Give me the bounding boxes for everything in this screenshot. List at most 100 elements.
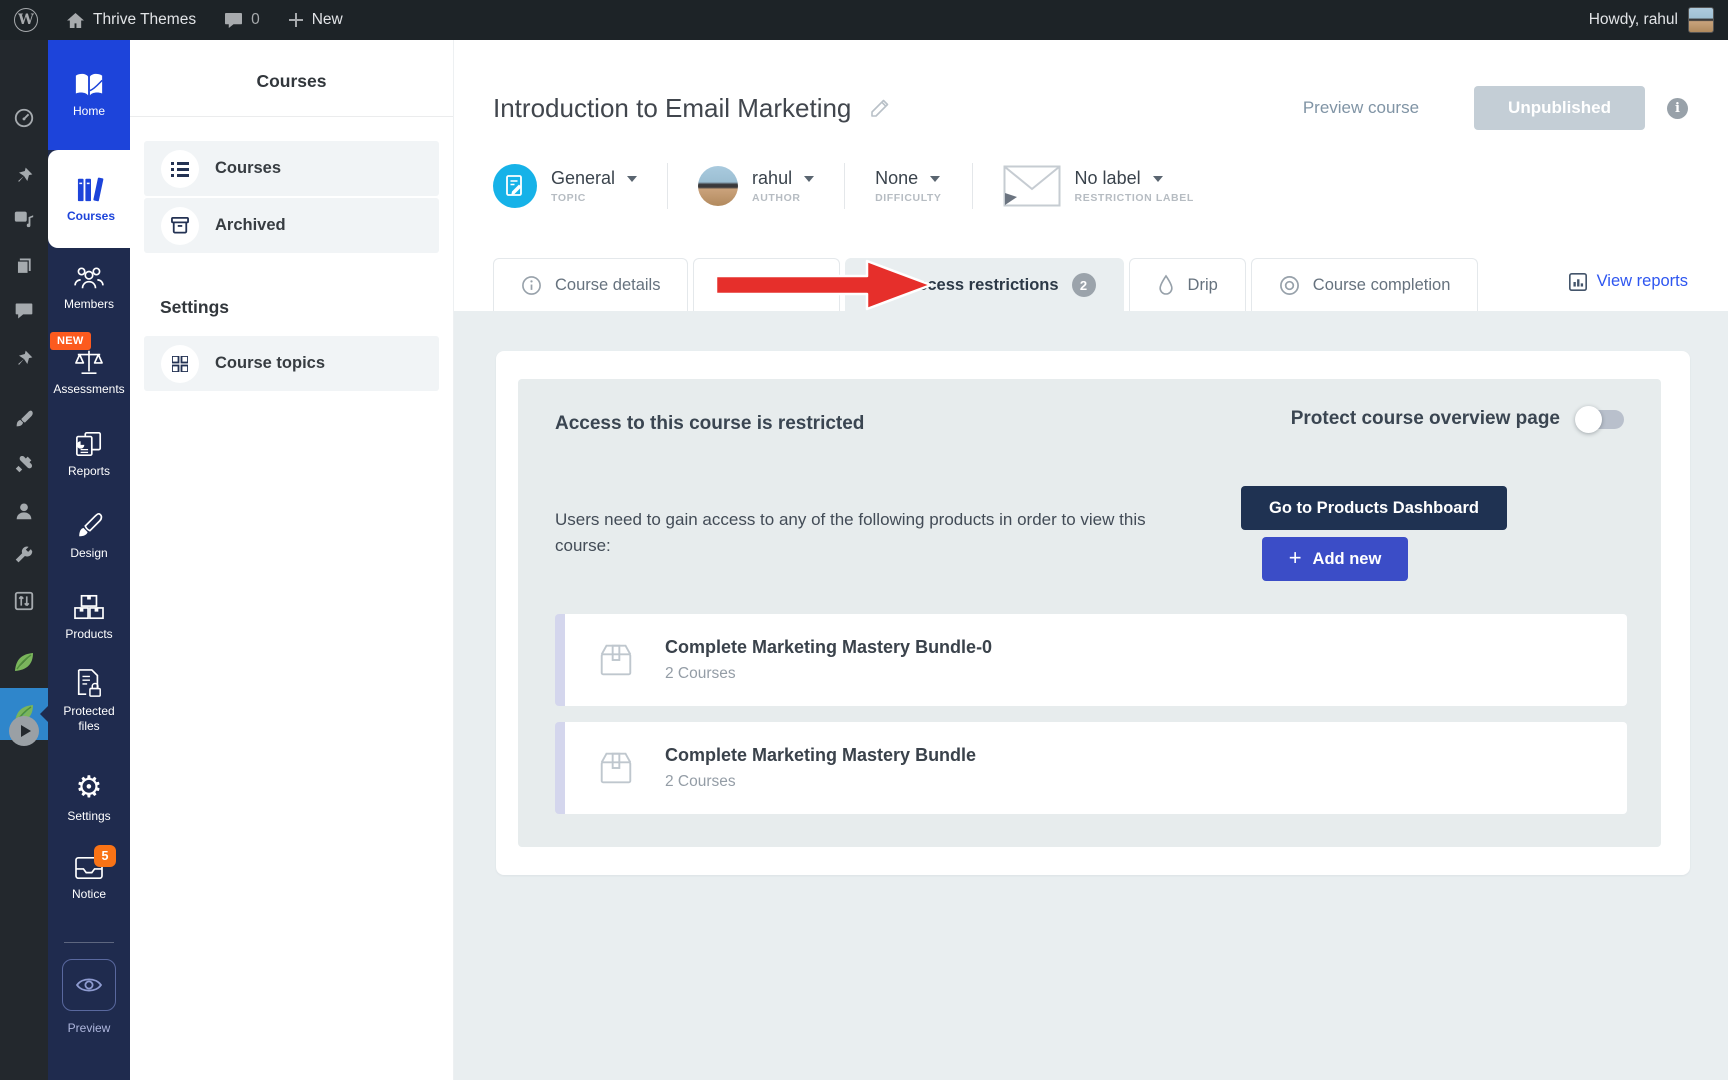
restriction-settings-card: Access to this course is restricted Prot… (518, 379, 1661, 847)
plugins-plug-icon[interactable] (0, 446, 48, 482)
products-boxes-icon (73, 593, 105, 621)
thrive-leaf-icon[interactable] (0, 644, 48, 680)
scales-icon (73, 348, 105, 376)
sidebar-item-home[interactable]: Home (48, 40, 130, 150)
restriction-label-dropdown[interactable]: No label RESTRICTION LABEL (973, 165, 1224, 207)
sidebar-item-label: Products (62, 627, 115, 642)
library-books-icon (76, 175, 106, 203)
target-icon (1279, 275, 1300, 296)
view-reports-link[interactable]: View reports (1568, 272, 1688, 298)
appearance-brush-icon[interactable] (0, 401, 48, 437)
sidebar-item-products[interactable]: Products (48, 593, 130, 642)
restrictions-count-badge: 2 (1072, 273, 1096, 297)
chevron-down-icon (1153, 176, 1163, 182)
package-icon (595, 748, 637, 788)
wp-admin-sidebar (0, 40, 48, 1080)
sidebar-item-label: Settings (64, 809, 113, 824)
dashboard-icon[interactable] (0, 100, 48, 136)
comments-admin-icon[interactable] (0, 293, 48, 329)
protect-course-toggle[interactable] (1577, 410, 1624, 429)
tab-label: Course completion (1313, 276, 1451, 295)
divider (130, 116, 453, 117)
sidebar-item-assessments[interactable]: NEW Assessments (48, 348, 130, 397)
tab-course-completion[interactable]: Course completion (1251, 258, 1479, 311)
product-name: Complete Marketing Mastery Bundle (665, 745, 976, 766)
media-icon[interactable] (0, 200, 48, 236)
site-name-link[interactable]: Thrive Themes (52, 0, 210, 40)
add-new-button[interactable]: + Add new (1262, 537, 1408, 581)
product-row[interactable]: Complete Marketing Mastery Bundle 2 Cour… (555, 722, 1627, 814)
tools-wrench-icon[interactable] (0, 538, 48, 574)
tab-label: Drip (1188, 276, 1218, 295)
sidebar-item-preview[interactable]: Preview (61, 959, 117, 1035)
notice-count-badge: 5 (94, 845, 116, 867)
eye-icon (62, 959, 116, 1011)
preview-label: Preview (68, 1021, 111, 1035)
account-menu[interactable]: Howdy, rahul (1589, 0, 1728, 40)
sidebar-item-label: Courses (64, 209, 118, 224)
new-badge: NEW (50, 332, 91, 350)
tab-content-area: Access to this course is restricted Prot… (454, 311, 1728, 1080)
paintbrush-icon (74, 512, 104, 540)
topic-dropdown[interactable]: General TOPIC (493, 164, 667, 208)
posts-pin-icon[interactable] (0, 158, 48, 194)
sidebar-item-design[interactable]: Design (48, 512, 130, 561)
preview-course-link[interactable]: Preview course (1303, 98, 1419, 118)
nav-item-archived[interactable]: Archived (144, 198, 439, 253)
author-avatar (698, 166, 738, 206)
tab-drip[interactable]: Drip (1129, 258, 1246, 311)
envelope-icon (1003, 165, 1061, 207)
plus-icon (288, 12, 304, 28)
info-circle-icon (521, 275, 542, 296)
sidebar-item-label: Reports (65, 464, 113, 479)
book-icon (74, 72, 104, 98)
wp-logo-menu[interactable]: W (0, 0, 52, 40)
comments-menu[interactable]: 0 (210, 0, 274, 40)
product-row[interactable]: Complete Marketing Mastery Bundle-0 2 Co… (555, 614, 1627, 706)
reports-icon (74, 430, 104, 458)
sidebar-item-courses[interactable]: Courses (48, 150, 134, 248)
sidebar-item-reports[interactable]: Reports (48, 430, 130, 479)
nav-item-label: Course topics (215, 354, 325, 373)
sidebar-item-members[interactable]: Members (48, 265, 130, 312)
list-icon (721, 276, 741, 294)
plus-icon: + (1289, 547, 1302, 569)
users-icon[interactable] (0, 493, 48, 529)
course-nav-title: Courses (130, 40, 453, 116)
sidebar-item-label: Home (70, 104, 108, 119)
settings-sliders-icon[interactable] (0, 583, 48, 619)
new-menu[interactable]: New (274, 0, 357, 40)
unpublished-button[interactable]: Unpublished (1474, 86, 1645, 130)
difficulty-dropdown[interactable]: None DIFFICULTY (845, 168, 971, 204)
sidebar-item-settings[interactable]: ⚙ Settings (48, 773, 130, 824)
author-dropdown[interactable]: rahul AUTHOR (668, 166, 844, 206)
tab-course-details[interactable]: Course details (493, 258, 688, 311)
bar-chart-icon (1568, 272, 1588, 292)
plugins-pin-icon[interactable] (0, 341, 48, 377)
view-reports-label: View reports (1597, 272, 1688, 291)
wordpress-logo-icon: W (14, 8, 38, 32)
nav-item-courses[interactable]: Courses (144, 141, 439, 196)
gear-icon: ⚙ (76, 773, 103, 803)
restriction-heading: Access to this course is restricted (555, 413, 864, 435)
edit-title-icon[interactable] (869, 97, 891, 119)
sidebar-item-protected-files[interactable]: Protected files (48, 668, 130, 734)
wp-admin-bar: W Thrive Themes 0 New Howdy, rahul (0, 0, 1728, 40)
tab-label: Content (754, 276, 812, 295)
tab-content[interactable]: Content (693, 258, 840, 311)
difficulty-value: None (875, 168, 918, 189)
sidebar-item-notice[interactable]: 5 Notice (48, 855, 130, 902)
site-name: Thrive Themes (93, 11, 196, 29)
restriction-description: Users need to gain access to any of the … (555, 507, 1200, 558)
author-value: rahul (752, 168, 792, 189)
video-play-icon[interactable] (9, 716, 39, 746)
pages-icon[interactable] (0, 248, 48, 284)
go-to-products-dashboard-button[interactable]: Go to Products Dashboard (1241, 486, 1507, 530)
protect-toggle-label: Protect course overview page (1291, 408, 1560, 430)
tab-access-restrictions[interactable]: Access restrictions 2 (845, 258, 1123, 311)
nav-item-course-topics[interactable]: Course topics (144, 336, 439, 391)
info-icon[interactable]: i (1667, 98, 1688, 119)
comments-count: 0 (251, 11, 260, 29)
archive-icon (161, 207, 199, 245)
toggle-knob (1575, 406, 1602, 433)
